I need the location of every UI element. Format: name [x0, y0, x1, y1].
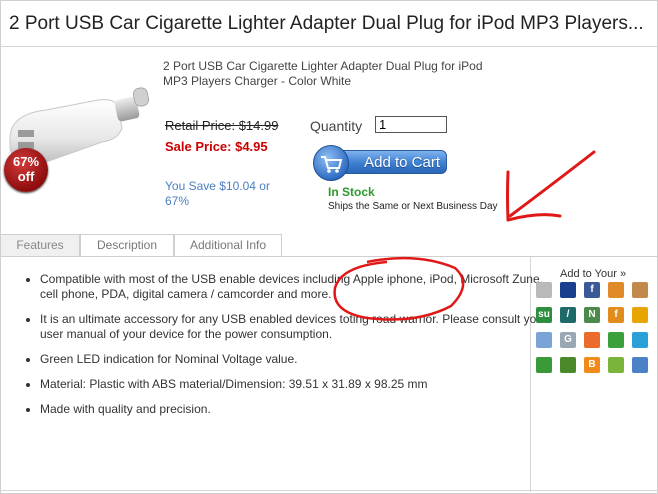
- quantity-input[interactable]: [375, 116, 447, 133]
- sale-price: Sale Price: $4.95: [165, 139, 268, 154]
- badge-off: off: [17, 169, 35, 184]
- stock-status: In Stock: [328, 185, 375, 199]
- monitor-icon[interactable]: [632, 357, 648, 373]
- discount-badge: 67% off: [4, 148, 48, 192]
- badge-percent: 67%: [12, 154, 40, 169]
- slashdot-icon[interactable]: /: [560, 307, 576, 323]
- reddit-icon[interactable]: [584, 332, 600, 348]
- tab-description[interactable]: Description: [80, 234, 174, 256]
- feature-item: Compatible with most of the USB enable d…: [40, 272, 550, 302]
- quantity-label: Quantity: [310, 118, 363, 134]
- technorati-icon[interactable]: [608, 332, 624, 348]
- stumbleupon-icon[interactable]: su: [536, 307, 552, 323]
- shopping-cart-icon: [313, 145, 349, 181]
- linkedin-icon[interactable]: [632, 332, 648, 348]
- shipping-note: Ships the Same or Next Business Day: [328, 201, 498, 212]
- page-title: 2 Port USB Car Cigarette Lighter Adapter…: [9, 13, 644, 34]
- feature-item: Material: Plastic with ABS material/Dime…: [40, 377, 550, 392]
- newsvine-icon[interactable]: N: [584, 307, 600, 323]
- add-to-cart-button[interactable]: Add to Cart: [313, 145, 449, 181]
- download-icon[interactable]: [632, 307, 648, 323]
- myspace-icon[interactable]: [632, 282, 648, 298]
- fark-icon[interactable]: f: [608, 307, 624, 323]
- add-to-your-label: Add to Your »: [560, 268, 627, 280]
- bottom-divider: [0, 490, 658, 491]
- product-description: 2 Port USB Car Cigarette Lighter Adapter…: [163, 59, 483, 88]
- buzz-icon[interactable]: [608, 282, 624, 298]
- blogmarks-icon[interactable]: B: [584, 357, 600, 373]
- you-save-text: You Save $10.04 or 67%: [165, 179, 270, 208]
- retail-price: Retail Price: $14.99: [165, 118, 279, 133]
- tab-additional-info[interactable]: Additional Info: [174, 234, 282, 256]
- red-arrow-annotation: [506, 150, 596, 222]
- feature-item: Made with quality and precision.: [40, 402, 550, 417]
- title-divider: [0, 46, 658, 47]
- google-icon[interactable]: G: [560, 332, 576, 348]
- delicious-icon[interactable]: [536, 282, 552, 298]
- bookmark-icon[interactable]: [536, 357, 552, 373]
- feature-item: Green LED indication for Nominal Voltage…: [40, 352, 550, 367]
- blogger-icon[interactable]: [536, 332, 552, 348]
- diigo-icon[interactable]: [608, 357, 624, 373]
- red-circle-annotation: [333, 256, 465, 321]
- tab-features[interactable]: Features: [0, 234, 80, 256]
- facebook-icon[interactable]: f: [584, 282, 600, 298]
- feature-item: It is an ultimate accessory for any USB …: [40, 312, 550, 342]
- add-to-cart-label: Add to Cart: [335, 150, 447, 174]
- tree-icon[interactable]: [560, 357, 576, 373]
- digg-icon[interactable]: [560, 282, 576, 298]
